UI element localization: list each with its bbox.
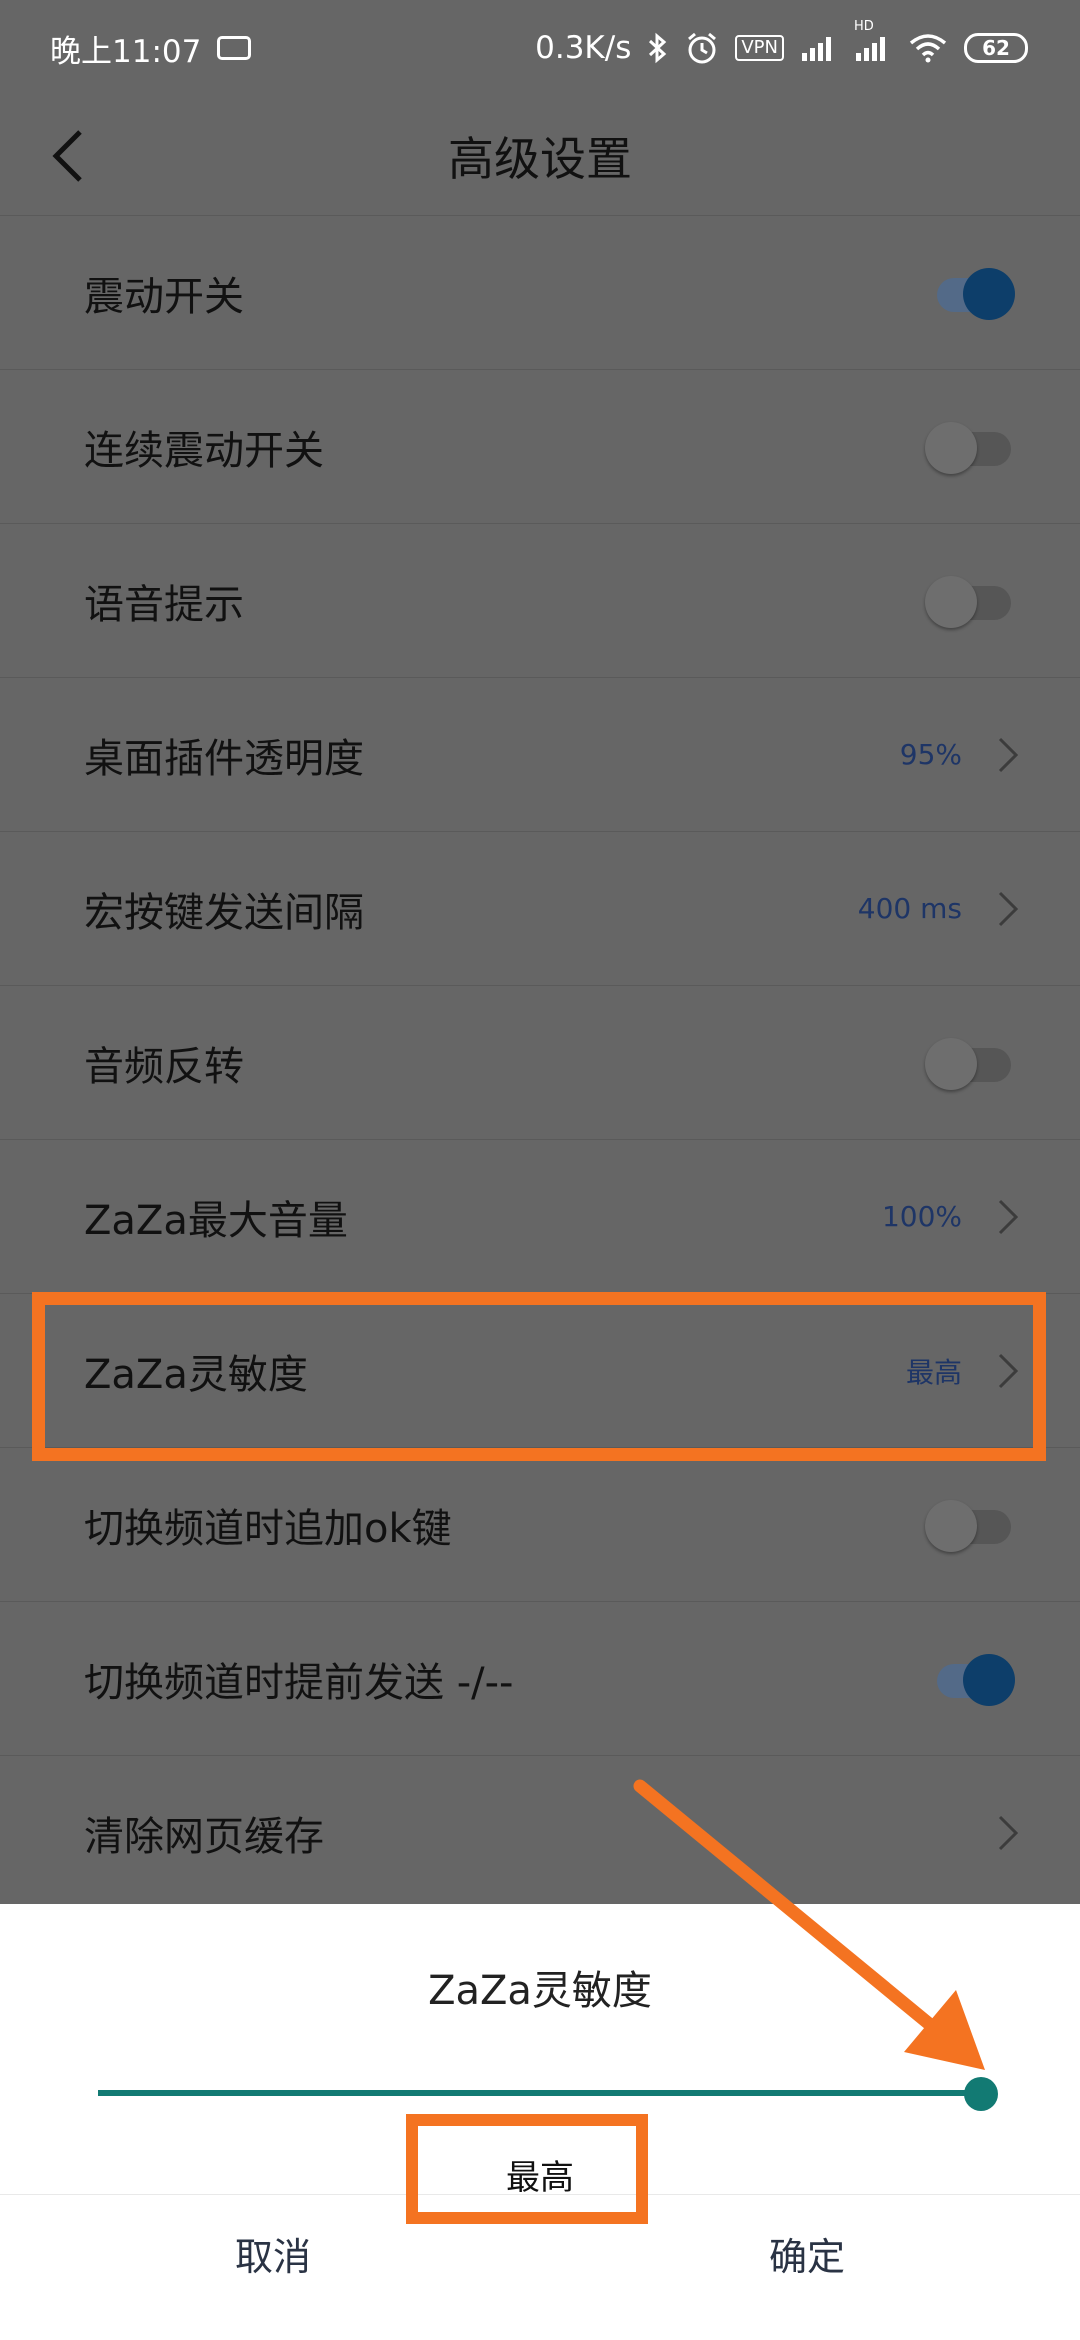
setting-audio-invert[interactable]: 音频反转 xyxy=(0,986,1080,1140)
chevron-right-icon xyxy=(998,1815,1019,1851)
setting-value: 400 ms xyxy=(857,892,962,925)
signal-icon xyxy=(800,33,838,63)
continuous-vibration-toggle[interactable] xyxy=(925,421,1015,474)
signal-hd-icon: HD xyxy=(854,19,892,63)
app-header: 高级设置 xyxy=(0,96,1080,216)
setting-label: 震动开关 xyxy=(84,273,244,320)
setting-voice-prompt[interactable]: 语音提示 xyxy=(0,524,1080,678)
alarm-icon xyxy=(685,31,719,65)
voice-prompt-toggle[interactable] xyxy=(925,575,1015,628)
send-dash-early-toggle[interactable] xyxy=(925,1653,1015,1706)
battery-level: 62 xyxy=(982,36,1010,60)
value-highlight-annotation xyxy=(406,2114,648,2224)
page-title: 高级设置 xyxy=(448,131,632,186)
setting-send-dash-early[interactable]: 切换频道时提前发送 -/-- xyxy=(0,1602,1080,1756)
cancel-button[interactable]: 取消 xyxy=(123,2226,423,2281)
hd-label: HD xyxy=(854,19,874,34)
wifi-icon xyxy=(908,33,948,63)
append-ok-toggle[interactable] xyxy=(925,1499,1015,1552)
setting-label: 连续震动开关 xyxy=(84,427,324,474)
setting-widget-opacity[interactable]: 桌面插件透明度 95% xyxy=(0,678,1080,832)
sheet-title: ZaZa灵敏度 xyxy=(428,1968,652,2014)
setting-label: 清除网页缓存 xyxy=(84,1814,324,1860)
status-bar: 晚上11:07 0.3K/s VPN HD 62 xyxy=(0,0,1080,96)
back-arrow-icon xyxy=(52,130,82,182)
setting-label: 桌面插件透明度 xyxy=(84,735,364,782)
settings-list: 震动开关 连续震动开关 语音提示 桌面插件透明度 95% 宏按键发送间隔 400… xyxy=(0,216,1080,1910)
confirm-button[interactable]: 确定 xyxy=(657,2226,957,2281)
battery-icon: 62 xyxy=(964,33,1028,63)
screen-cast-icon xyxy=(217,36,252,60)
setting-label: ZaZa最大音量 xyxy=(84,1197,348,1244)
setting-label: 切换频道时追加ok键 xyxy=(84,1505,452,1552)
sensitivity-slider-track[interactable] xyxy=(98,2090,980,2096)
bluetooth-icon xyxy=(647,32,669,64)
setting-clear-web-cache[interactable]: 清除网页缓存 xyxy=(0,1756,1080,1910)
status-time: 晚上11:07 xyxy=(50,33,202,70)
sensitivity-slider-thumb[interactable] xyxy=(964,2077,998,2111)
setting-label: 语音提示 xyxy=(84,581,244,628)
chevron-right-icon xyxy=(998,891,1019,926)
network-speed: 0.3K/s xyxy=(535,30,632,66)
setting-label: 切换频道时提前发送 -/-- xyxy=(84,1659,514,1706)
chevron-right-icon xyxy=(998,1199,1019,1234)
chevron-right-icon xyxy=(998,737,1019,772)
audio-invert-toggle[interactable] xyxy=(925,1037,1015,1090)
setting-zaza-max-volume[interactable]: ZaZa最大音量 100% xyxy=(0,1140,1080,1294)
setting-vibration[interactable]: 震动开关 xyxy=(0,216,1080,370)
setting-label: 宏按键发送间隔 xyxy=(84,889,364,936)
setting-value: 100% xyxy=(881,1200,962,1233)
back-button[interactable] xyxy=(38,126,98,186)
setting-macro-interval[interactable]: 宏按键发送间隔 400 ms xyxy=(0,832,1080,986)
setting-append-ok[interactable]: 切换频道时追加ok键 xyxy=(0,1448,1080,1602)
vpn-icon: VPN xyxy=(735,35,784,61)
setting-continuous-vibration[interactable]: 连续震动开关 xyxy=(0,370,1080,524)
highlight-annotation xyxy=(32,1292,1046,1461)
setting-value: 95% xyxy=(899,738,962,771)
sensitivity-bottom-sheet: ZaZa灵敏度 最高 取消 确定 xyxy=(0,1904,1080,2340)
setting-label: 音频反转 xyxy=(84,1043,244,1090)
vibration-toggle[interactable] xyxy=(925,267,1015,320)
